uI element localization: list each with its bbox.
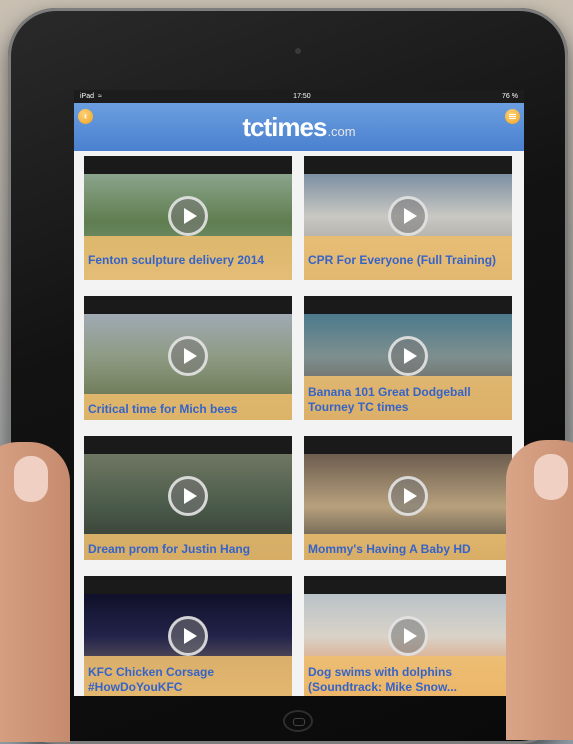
video-card[interactable]: CPR For Everyone (Full Training) bbox=[304, 156, 512, 280]
video-card[interactable]: Banana 101 Great Dodgeball Tourney TC ti… bbox=[304, 296, 512, 420]
site-logo-suffix: .com bbox=[327, 124, 356, 139]
right-hand bbox=[506, 440, 573, 740]
video-title: Mommy's Having A Baby HD bbox=[304, 534, 512, 560]
video-title: KFC Chicken Corsage #HowDoYouKFC bbox=[84, 656, 292, 696]
video-card[interactable]: Dream prom for Justin Hang bbox=[84, 436, 292, 560]
video-card[interactable]: Critical time for Mich bees bbox=[84, 296, 292, 420]
back-icon: ‹ bbox=[83, 111, 88, 122]
video-title: CPR For Everyone (Full Training) bbox=[304, 236, 512, 280]
play-icon[interactable] bbox=[388, 196, 428, 236]
video-card[interactable]: Mommy's Having A Baby HD bbox=[304, 436, 512, 560]
play-icon[interactable] bbox=[168, 476, 208, 516]
menu-button[interactable] bbox=[505, 109, 520, 124]
battery-label: 76 % bbox=[502, 93, 518, 100]
status-bar: iPad ≈ 17:50 76 % bbox=[74, 90, 524, 103]
thumbnail-nail bbox=[14, 456, 48, 502]
play-icon[interactable] bbox=[168, 336, 208, 376]
play-icon[interactable] bbox=[388, 616, 428, 656]
video-card[interactable]: Fenton sculpture delivery 2014 bbox=[84, 156, 292, 280]
video-title: Banana 101 Great Dodgeball Tourney TC ti… bbox=[304, 376, 512, 420]
video-title: Dog swims with dolphins (Soundtrack: Mik… bbox=[304, 656, 512, 696]
video-title: Dream prom for Justin Hang bbox=[84, 534, 292, 560]
video-grid: Fenton sculpture delivery 2014 CPR For E… bbox=[84, 156, 514, 696]
site-logo[interactable]: tctimes bbox=[242, 112, 327, 143]
app-screen: iPad ≈ 17:50 76 % ‹ tctimes .com Fenton … bbox=[74, 90, 524, 696]
menu-icon bbox=[509, 113, 516, 120]
thumbnail-nail bbox=[534, 454, 568, 500]
play-icon[interactable] bbox=[168, 196, 208, 236]
app-header: ‹ tctimes .com bbox=[74, 103, 524, 151]
video-card[interactable]: Dog swims with dolphins (Soundtrack: Mik… bbox=[304, 576, 512, 696]
video-title: Fenton sculpture delivery 2014 bbox=[84, 236, 292, 280]
wifi-icon: ≈ bbox=[98, 93, 102, 100]
play-icon[interactable] bbox=[168, 616, 208, 656]
tablet-device: iPad ≈ 17:50 76 % ‹ tctimes .com Fenton … bbox=[8, 8, 568, 744]
home-button[interactable] bbox=[283, 710, 313, 732]
status-time: 17:50 bbox=[293, 93, 311, 100]
camera-icon bbox=[295, 48, 301, 54]
back-button[interactable]: ‹ bbox=[78, 109, 93, 124]
video-title: Critical time for Mich bees bbox=[84, 394, 292, 420]
carrier-label: iPad bbox=[80, 93, 95, 100]
play-icon[interactable] bbox=[388, 476, 428, 516]
video-card[interactable]: KFC Chicken Corsage #HowDoYouKFC bbox=[84, 576, 292, 696]
left-hand bbox=[0, 442, 70, 742]
play-icon[interactable] bbox=[388, 336, 428, 376]
